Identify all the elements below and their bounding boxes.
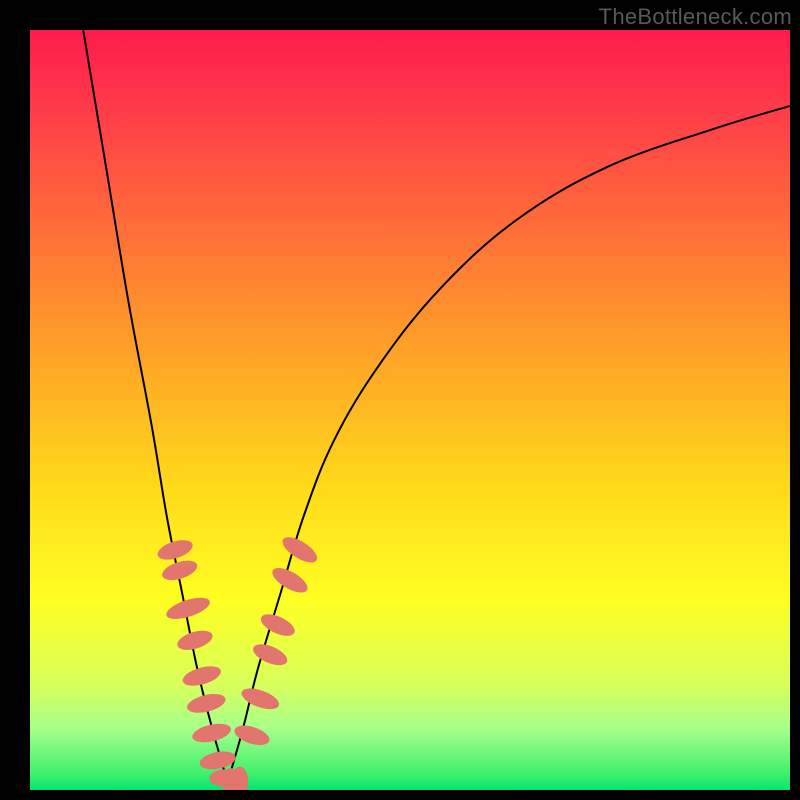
data-marker [279, 532, 321, 567]
data-marker [185, 690, 227, 716]
right-curve [228, 106, 790, 782]
curves-svg [30, 30, 790, 790]
plot-area [30, 30, 790, 790]
data-marker [250, 640, 290, 670]
data-marker [258, 610, 298, 641]
data-marker [269, 563, 312, 597]
data-marker [239, 684, 282, 713]
markers-group [155, 532, 321, 790]
chart-frame: TheBottleneck.com [0, 0, 800, 800]
data-marker [175, 627, 215, 654]
watermark-text: TheBottleneck.com [599, 4, 792, 30]
